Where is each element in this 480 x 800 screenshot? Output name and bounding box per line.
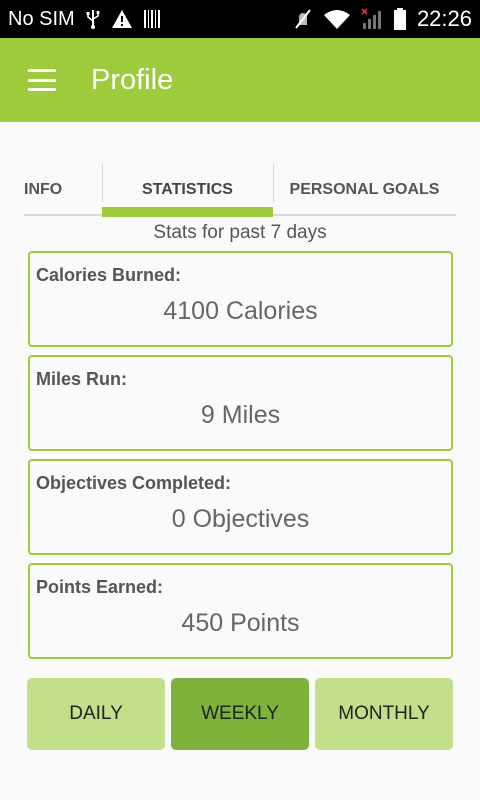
stat-value: 450 Points [181,609,300,637]
carrier-label: No SIM [8,7,75,30]
warning-icon [111,9,133,29]
tab-personal-goals[interactable]: PERSONAL GOALS [273,164,456,216]
hamburger-icon[interactable] [28,69,56,91]
stat-card-calories: Calories Burned: 4100 Calories [28,251,453,347]
weekly-button[interactable]: WEEKLY [171,678,309,750]
usb-icon [85,9,101,29]
page-title: Profile [91,63,174,96]
tab-info[interactable]: INFO [24,164,102,216]
status-bar: No SIM 22:26 [0,0,480,38]
signal-icon [361,8,383,30]
monthly-button[interactable]: MONTHLY [315,678,453,750]
stat-card-objectives: Objectives Completed: 0 Objectives [28,459,453,555]
stat-card-miles: Miles Run: 9 Miles [28,355,453,451]
mute-icon [293,8,313,30]
barcode-icon [143,9,161,29]
stat-value: 9 Miles [200,401,281,429]
stats-period-subtitle: Stats for past 7 days [153,222,327,243]
stat-value: 0 Objectives [171,505,310,533]
daily-button[interactable]: DAILY [27,678,165,750]
battery-icon [393,8,407,30]
app-bar: Profile [0,38,480,122]
tab-selected-indicator [102,207,273,217]
stat-card-points: Points Earned: 450 Points [28,563,453,659]
wifi-icon [323,8,351,30]
stat-label: Miles Run: [36,369,128,389]
stat-value: 4100 Calories [163,297,318,325]
stat-label: Objectives Completed: [36,473,232,493]
stat-label: Points Earned: [36,577,164,597]
clock: 22:26 [416,6,472,31]
stat-label: Calories Burned: [36,265,182,285]
